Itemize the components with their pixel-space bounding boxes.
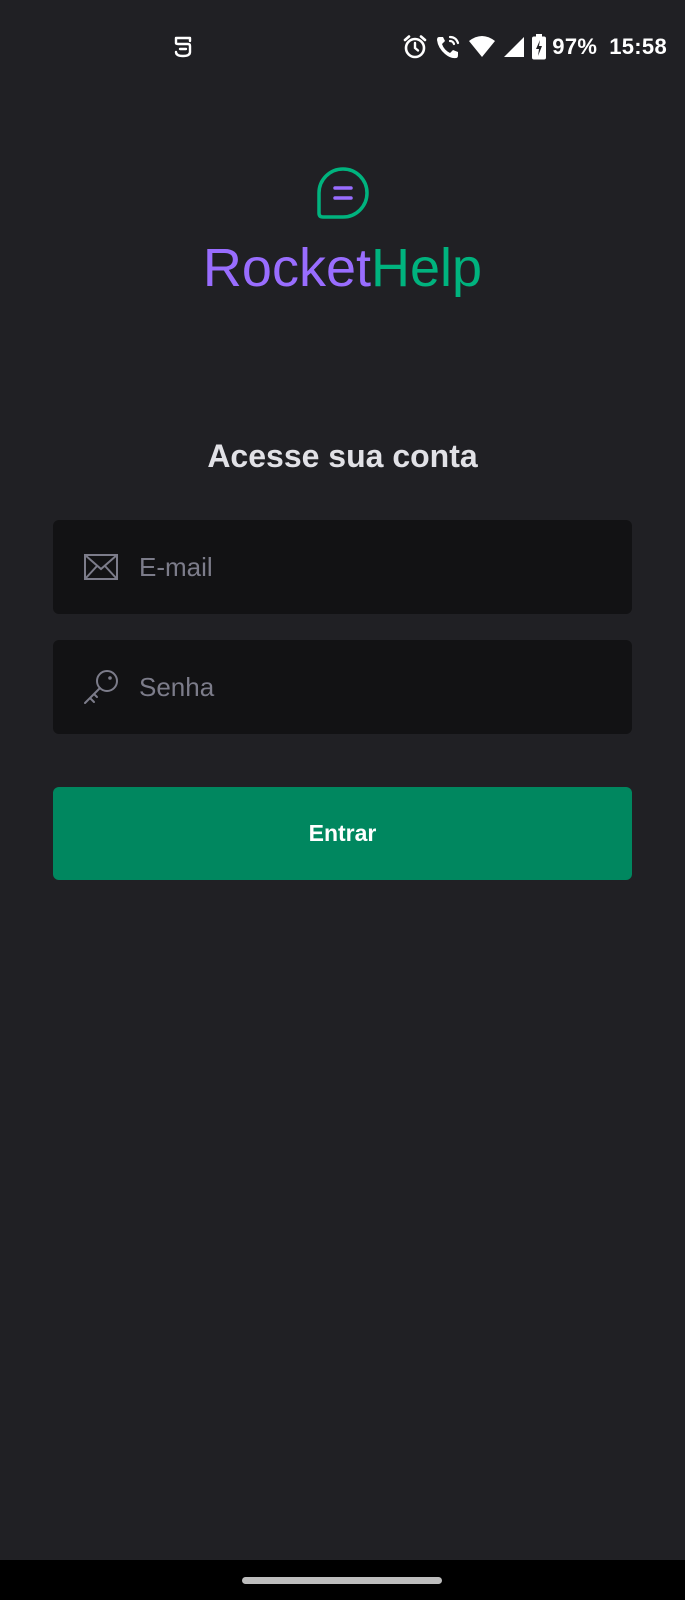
login-screen: 97% 15:58 RocketHelp Acesse sua conta En… <box>0 0 685 1600</box>
battery-charging-icon <box>532 34 547 60</box>
key-icon <box>84 670 118 704</box>
email-input[interactable] <box>139 520 609 614</box>
password-field[interactable] <box>53 640 632 734</box>
clock: 15:58 <box>609 34 667 59</box>
alarm-icon <box>403 35 427 59</box>
notification-app-icon <box>174 36 192 58</box>
chat-bubble-icon <box>317 167 369 219</box>
wifi-icon <box>469 36 496 57</box>
login-button[interactable]: Entrar <box>53 787 632 880</box>
navigation-bar <box>0 1560 685 1600</box>
brand-name: RocketHelp <box>0 236 685 300</box>
status-icons: 97% 15:58 <box>402 30 667 64</box>
status-bar: 97% 15:58 <box>0 0 685 92</box>
brand-name-rocket: Rocket <box>202 238 371 298</box>
battery-percentage: 97% <box>552 34 598 59</box>
password-input[interactable] <box>139 640 609 734</box>
page-title: Acesse sua conta <box>207 438 478 474</box>
home-indicator[interactable] <box>242 1577 442 1584</box>
brand-name-help: Help <box>371 238 483 298</box>
wifi-calling-icon <box>437 35 460 59</box>
envelope-icon <box>84 554 118 580</box>
signal-icon <box>504 37 525 57</box>
email-field[interactable] <box>53 520 632 614</box>
